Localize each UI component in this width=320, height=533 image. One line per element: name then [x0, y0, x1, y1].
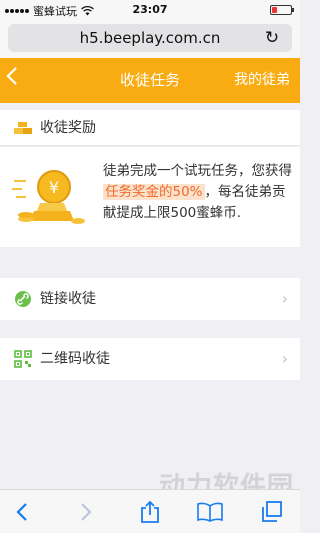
back-nav-button[interactable]: [8, 498, 36, 526]
reward-card: ¥ 徒弟完成一个试玩任务，您获得 任务奖金的50% ，每名徒弟贡献提成上限500蜜…: [0, 147, 300, 247]
tabs-button[interactable]: [258, 498, 286, 526]
chevron-right-icon: ›: [281, 349, 288, 368]
status-bar: 蜜蜂试玩 23:07: [0, 0, 300, 20]
status-time: 23:07: [132, 3, 168, 16]
reward-heading: 收徒奖励: [40, 120, 96, 136]
gold-bars-icon: [14, 122, 32, 134]
qrcode-invite-label: 二维码收徒: [40, 351, 110, 367]
forward-nav-button[interactable]: [72, 498, 100, 526]
link-icon: [15, 291, 31, 307]
chevron-right-icon: ›: [281, 289, 288, 308]
share-button[interactable]: [136, 498, 164, 526]
browser-address-area: h5.beeplay.com.cn ↻: [0, 20, 300, 58]
svg-text:¥: ¥: [49, 178, 59, 197]
chevron-right-icon: [81, 503, 92, 521]
my-disciples-link[interactable]: 我的徒弟: [234, 58, 290, 103]
reward-section-header: 收徒奖励: [0, 110, 300, 146]
link-invite-label: 链接收徒: [40, 291, 96, 307]
gold-coins-illustration: ¥: [12, 170, 85, 224]
reward-description: 徒弟完成一个试玩任务，您获得 任务奖金的50% ，每名徒弟贡献提成上限500蜜蜂币…: [103, 161, 293, 224]
link-invite-row[interactable]: 链接收徒 ›: [0, 278, 300, 320]
reward-highlight: 任务奖金的50%: [103, 184, 205, 200]
qrcode-invite-row[interactable]: 二维码收徒 ›: [0, 338, 300, 380]
url-bar[interactable]: h5.beeplay.com.cn ↻: [8, 24, 292, 52]
page-header: 收徒任务 我的徒弟: [0, 58, 300, 103]
share-icon: [141, 500, 159, 523]
chevron-left-icon: [16, 503, 27, 521]
tabs-icon: [262, 501, 282, 522]
browser-toolbar: [0, 489, 300, 533]
bookmarks-button[interactable]: [196, 498, 224, 526]
reward-text-before: 徒弟完成一个试玩任务，您获得: [103, 163, 292, 179]
qrcode-icon: [14, 350, 32, 368]
battery-icon: [270, 5, 294, 15]
book-icon: [197, 502, 223, 522]
url-text: h5.beeplay.com.cn: [79, 29, 221, 47]
reload-icon[interactable]: ↻: [260, 24, 284, 52]
